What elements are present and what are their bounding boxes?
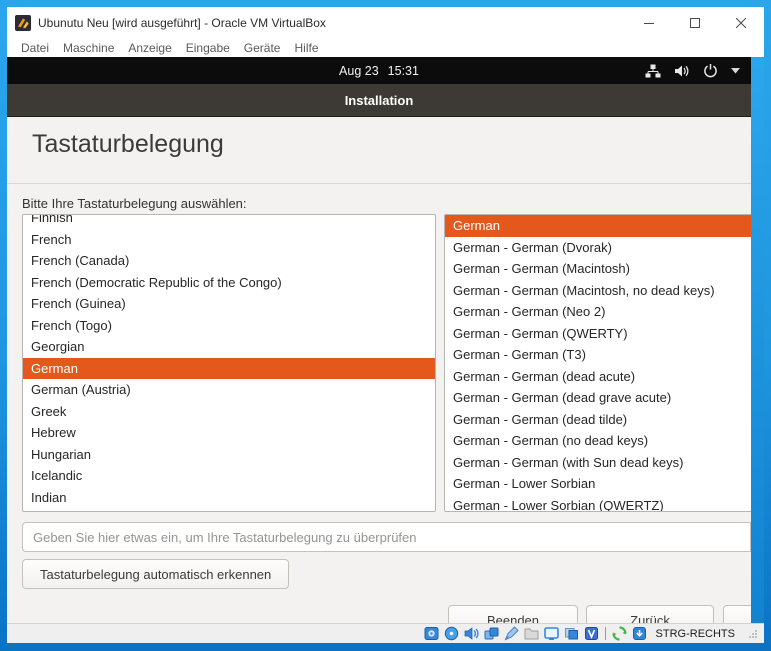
menu-item[interactable]: Geräte <box>237 41 288 55</box>
list-item[interactable]: German - German (QWERTY) <box>445 323 751 345</box>
list-item[interactable]: Greek <box>23 401 435 423</box>
list-item[interactable]: German - German (Dvorak) <box>445 237 751 259</box>
vm-display: Aug 23 15:31 <box>7 57 764 623</box>
statusbar: STRG-RECHTS <box>7 623 764 643</box>
list-item[interactable]: German - German (T3) <box>445 344 751 366</box>
recording-icon[interactable] <box>564 626 579 641</box>
minimize-button[interactable] <box>626 7 672 38</box>
list-item[interactable]: Hebrew <box>23 422 435 444</box>
instruction-label: Bitte Ihre Tastaturbelegung auswählen: <box>22 196 247 211</box>
vbox-features-icon[interactable] <box>584 626 599 641</box>
list-item[interactable]: Georgian <box>23 336 435 358</box>
list-item[interactable]: Indian <box>23 487 435 509</box>
power-icon[interactable] <box>703 63 718 78</box>
list-item[interactable]: German - Lower Sorbian <box>445 473 751 495</box>
divider <box>7 183 751 184</box>
hard-disk-icon[interactable] <box>424 626 439 641</box>
back-button[interactable]: Zurück <box>586 605 714 623</box>
list-item[interactable]: German - German (dead acute) <box>445 366 751 388</box>
menu-item[interactable]: Hilfe <box>287 41 325 55</box>
list-item[interactable]: French (Democratic Republic of the Congo… <box>23 272 435 294</box>
host-keyboard-icon[interactable] <box>632 626 647 641</box>
list-item[interactable]: French (Guinea) <box>23 293 435 315</box>
keyboard-layout-list[interactable]: FinnishFrenchFrench (Canada)French (Demo… <box>22 214 436 512</box>
usb-icon[interactable] <box>504 626 519 641</box>
list-item[interactable]: German - German (dead grave acute) <box>445 387 751 409</box>
virtualbox-vm-icon <box>15 15 31 31</box>
panel-time: 15:31 <box>388 64 419 78</box>
list-item[interactable]: German - German (with Sun dead keys) <box>445 452 751 474</box>
menu-item[interactable]: Anzeige <box>121 41 178 55</box>
list-item[interactable]: German - German (Macintosh) <box>445 258 751 280</box>
menu-item[interactable]: Maschine <box>56 41 121 55</box>
host-window: Ubunutu Neu [wird ausgeführt] - Oracle V… <box>7 7 764 643</box>
list-item[interactable]: Hungarian <box>23 444 435 466</box>
installer-page: Tastaturbelegung Bitte Ihre Tastaturbele… <box>7 118 751 623</box>
keyboard-test-input[interactable] <box>22 522 751 552</box>
page-title: Tastaturbelegung <box>32 130 224 159</box>
list-item[interactable]: German (Austria) <box>23 379 435 401</box>
list-item[interactable]: French <box>23 229 435 251</box>
next-button-partial[interactable] <box>723 605 751 623</box>
list-item[interactable]: Icelandic <box>23 465 435 487</box>
ubuntu-top-panel: Aug 23 15:31 <box>7 57 751 84</box>
menu-item[interactable]: Eingabe <box>179 41 237 55</box>
chevron-down-icon[interactable] <box>731 68 740 74</box>
list-item[interactable]: German <box>23 358 435 380</box>
optical-disc-icon[interactable] <box>444 626 459 641</box>
network-icon[interactable] <box>645 64 661 78</box>
network-adapters-icon[interactable] <box>484 626 499 641</box>
audio-icon[interactable] <box>464 626 479 641</box>
keyboard-variant-list[interactable]: GermanGerman - German (Dvorak)German - G… <box>444 214 751 512</box>
list-item[interactable]: German - German (Neo 2) <box>445 301 751 323</box>
list-item[interactable]: French (Canada) <box>23 250 435 272</box>
menu-item[interactable]: Datei <box>14 41 56 55</box>
shared-folders-icon[interactable] <box>524 626 539 641</box>
mouse-integration-icon[interactable] <box>612 626 627 641</box>
list-item[interactable]: German <box>445 215 751 237</box>
statusbar-separator <box>605 627 606 640</box>
menubar: DateiMaschineAnzeigeEingabeGeräteHilfe <box>7 38 764 57</box>
quit-button[interactable]: Beenden <box>448 605 578 623</box>
list-item[interactable]: German - German (Macintosh, no dead keys… <box>445 280 751 302</box>
installation-title: Installation <box>345 93 414 108</box>
close-button[interactable] <box>718 7 764 38</box>
list-item[interactable]: German - German (dead tilde) <box>445 409 751 431</box>
titlebar[interactable]: Ubunutu Neu [wird ausgeführt] - Oracle V… <box>7 7 764 38</box>
display-icon[interactable] <box>544 626 559 641</box>
detect-layout-button[interactable]: Tastaturbelegung automatisch erkennen <box>22 559 289 589</box>
virtualbox-window: Ubunutu Neu [wird ausgeführt] - Oracle V… <box>0 0 771 651</box>
panel-date: Aug 23 <box>339 64 379 78</box>
maximize-button[interactable] <box>672 7 718 38</box>
list-item[interactable]: German - German (no dead keys) <box>445 430 751 452</box>
installation-header: Installation <box>7 84 751 117</box>
volume-icon[interactable] <box>674 64 690 78</box>
resize-grip-icon[interactable] <box>748 629 758 639</box>
window-title: Ubunutu Neu [wird ausgeführt] - Oracle V… <box>38 16 326 30</box>
list-item[interactable]: French (Togo) <box>23 315 435 337</box>
list-item[interactable]: Finnish <box>23 214 435 229</box>
list-item[interactable]: German - Lower Sorbian (QWERTZ) <box>445 495 751 513</box>
host-key-label: STRG-RECHTS <box>656 628 735 640</box>
panel-clock[interactable]: Aug 23 15:31 <box>339 57 419 84</box>
